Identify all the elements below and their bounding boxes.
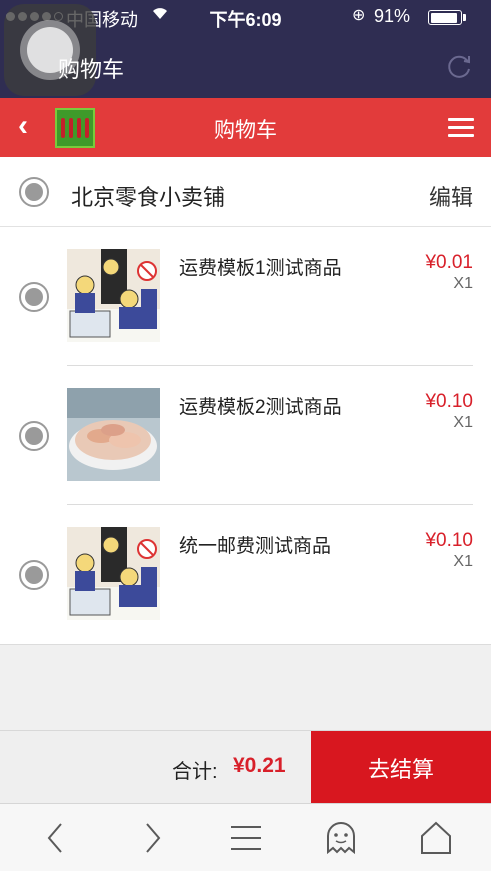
item-price: ¥0.10	[425, 530, 473, 551]
item-price: ¥0.10	[425, 391, 473, 412]
back-arrow-icon[interactable]	[37, 818, 77, 858]
battery-tip	[463, 14, 466, 21]
item-title[interactable]: 运费模板2测试商品	[179, 392, 342, 419]
shop-select-radio[interactable]	[19, 177, 49, 207]
item-title[interactable]: 统一邮费测试商品	[179, 531, 331, 558]
nav-bar: ‹ 购物车	[0, 98, 491, 157]
dried-shrimp-image[interactable]	[67, 388, 160, 481]
home-icon[interactable]	[416, 818, 456, 858]
cart-item: 运费模板1测试商品 ¥0.01 X1	[0, 227, 491, 366]
app-header-title: 购物车	[58, 57, 125, 82]
rotation-lock-icon: ⊕	[352, 7, 366, 24]
item-select-radio[interactable]	[19, 282, 49, 312]
checkout-bar: 合计: ¥0.21 去结算	[0, 730, 491, 804]
total-label: 合计:	[172, 761, 218, 783]
edit-button[interactable]: 编辑	[429, 180, 473, 212]
item-quantity: X1	[453, 553, 473, 570]
battery-fill	[430, 12, 457, 23]
item-price: ¥0.01	[425, 252, 473, 273]
cartoon-police-image[interactable]	[67, 527, 160, 620]
battery-icon	[428, 10, 462, 25]
menu-icon[interactable]	[448, 118, 474, 138]
status-bar: 中国移动 下午6:09 ⊕ 91% 购物车	[0, 0, 491, 98]
items-divider	[0, 644, 491, 645]
item-select-radio[interactable]	[19, 421, 49, 451]
checkout-button[interactable]: 去结算	[311, 731, 491, 804]
battery-percent: 91%	[374, 6, 411, 26]
item-select-radio[interactable]	[19, 560, 49, 590]
shop-header: 北京零食小卖铺 编辑	[0, 157, 491, 227]
item-quantity: X1	[453, 414, 473, 431]
cart-items: 运费模板1测试商品 ¥0.01 X1 运费模板2测试商品 ¥0.10 X1 统一…	[0, 227, 491, 644]
shop-name: 北京零食小卖铺	[71, 185, 226, 210]
total-value: ¥0.21	[233, 754, 286, 777]
cartoon-police-image[interactable]	[67, 249, 160, 342]
item-title[interactable]: 运费模板1测试商品	[179, 253, 342, 280]
nav-title: 购物车	[214, 119, 277, 142]
forward-arrow-icon[interactable]	[131, 818, 171, 858]
item-quantity: X1	[453, 275, 473, 292]
cart-item: 统一邮费测试商品 ¥0.10 X1	[0, 505, 491, 644]
browser-toolbar	[0, 803, 491, 871]
cart-item: 运费模板2测试商品 ¥0.10 X1	[0, 366, 491, 505]
refresh-icon[interactable]	[444, 52, 474, 87]
ghost-icon[interactable]	[321, 818, 361, 858]
menu-lines-icon[interactable]	[226, 818, 266, 858]
